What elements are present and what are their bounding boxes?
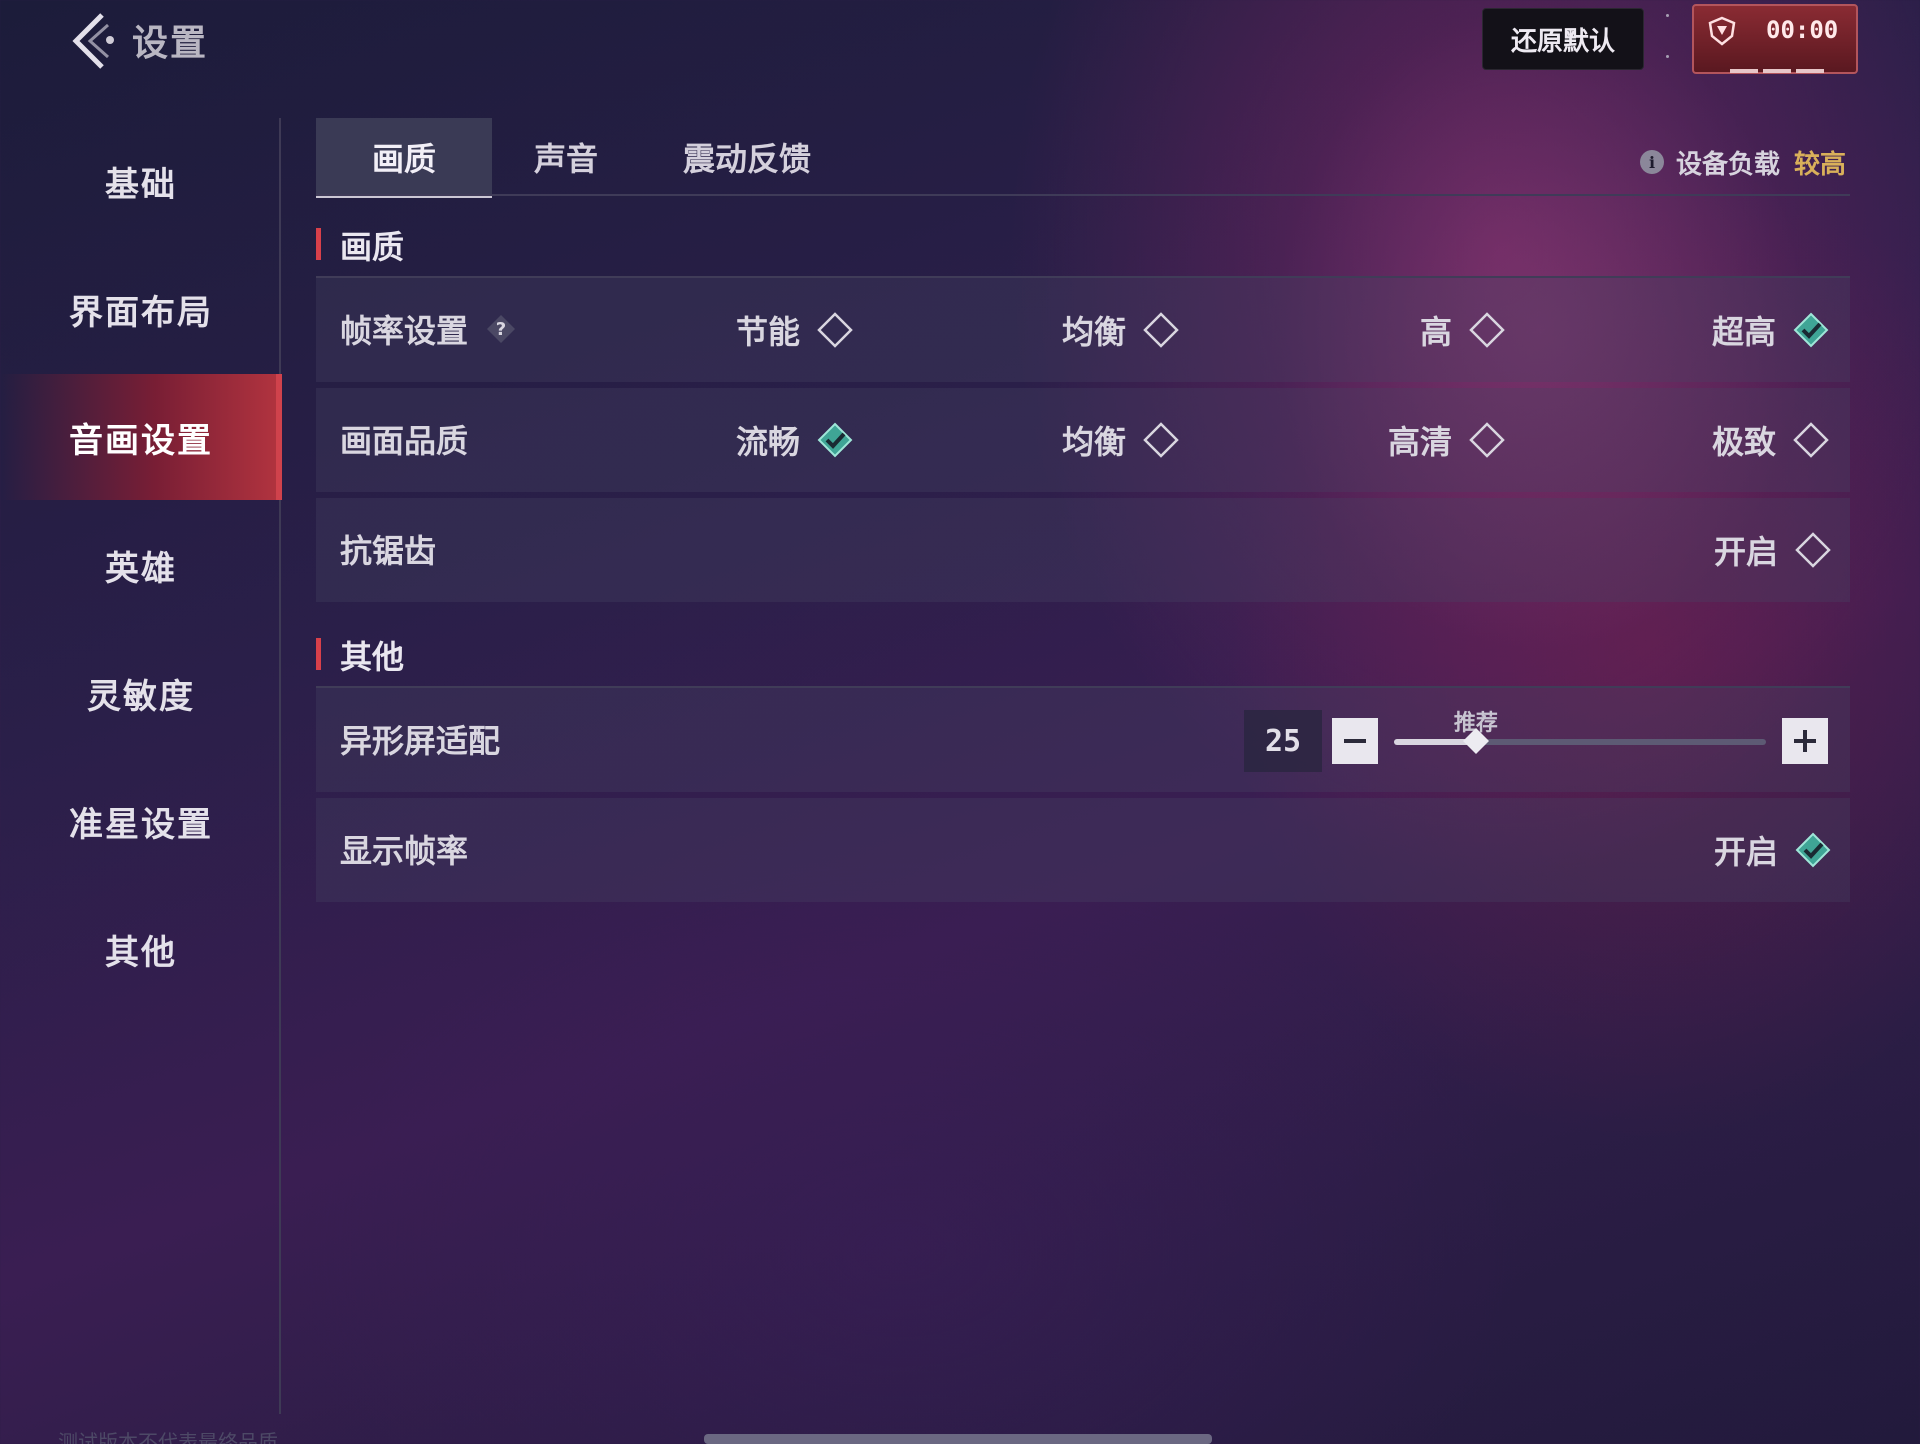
svg-text:?: ? bbox=[496, 319, 506, 340]
option-extreme[interactable]: 极致 bbox=[1712, 412, 1830, 468]
sidebar-item-label: 英雄 bbox=[105, 548, 177, 589]
tab-sound[interactable]: 声音 bbox=[492, 118, 640, 196]
sidebar-item-label: 界面布局 bbox=[69, 292, 213, 333]
minus-icon bbox=[1344, 739, 1366, 743]
tabs-underline bbox=[316, 194, 1850, 196]
option-label: 流畅 bbox=[736, 423, 801, 461]
setting-row-frame-rate: 帧率设置 ? 节能 均衡 高 超高 bbox=[316, 278, 1850, 382]
option-label: 超高 bbox=[1712, 313, 1777, 351]
sidebar-item-label: 准星设置 bbox=[69, 804, 213, 845]
diamond-radio-icon bbox=[1793, 422, 1829, 458]
slider-thumb-diamond[interactable] bbox=[1462, 727, 1490, 755]
build-note: 测试版本不代表最终品质 bbox=[58, 1430, 278, 1444]
diamond-checked-icon bbox=[1793, 312, 1829, 348]
section-title: 其他 bbox=[340, 638, 405, 676]
increase-button[interactable] bbox=[1782, 718, 1828, 764]
option-label: 开启 bbox=[1714, 833, 1779, 871]
decrease-button[interactable] bbox=[1332, 718, 1378, 764]
sidebar-item-label: 灵敏度 bbox=[87, 676, 195, 717]
option-balanced[interactable]: 均衡 bbox=[1062, 302, 1180, 358]
timer-text: 00:00 bbox=[1766, 16, 1839, 44]
option-label: 高 bbox=[1420, 313, 1453, 351]
sidebar-item-crosshair[interactable]: 准星设置 bbox=[0, 758, 282, 884]
toggle-show-fps[interactable]: 开启 bbox=[1714, 822, 1832, 878]
option-smooth[interactable]: 流畅 bbox=[736, 412, 854, 468]
tab-graphics[interactable]: 画质 bbox=[316, 118, 492, 198]
shield-icon bbox=[1708, 16, 1736, 46]
section-title: 画质 bbox=[340, 228, 405, 266]
title-separator-dot bbox=[106, 36, 114, 44]
setting-label: 画面品质 bbox=[340, 422, 469, 460]
setting-row-picture-quality: 画面品质 流畅 均衡 高清 极致 bbox=[316, 388, 1850, 492]
setting-row-notch-adapt: 异形屏适配 25 推荐 bbox=[316, 688, 1850, 792]
page-title: 设置 bbox=[132, 23, 209, 64]
sidebar-item-sensitivity[interactable]: 灵敏度 bbox=[0, 630, 282, 756]
help-icon[interactable]: ? bbox=[486, 314, 516, 344]
setting-row-show-fps: 显示帧率 开启 bbox=[316, 798, 1850, 902]
restore-defaults-button[interactable]: 还原默认 bbox=[1482, 8, 1644, 70]
tab-vibration[interactable]: 震动反馈 bbox=[640, 118, 854, 196]
section-header-quality: 画质 bbox=[316, 218, 1850, 278]
sidebar-item-label: 音画设置 bbox=[69, 420, 213, 461]
separator-dots bbox=[1666, 14, 1670, 62]
setting-label: 抗锯齿 bbox=[340, 532, 437, 570]
tab-bar: 画质 声音 震动反馈 bbox=[316, 118, 1850, 198]
diamond-radio-icon bbox=[1143, 312, 1179, 348]
option-power-saving[interactable]: 节能 bbox=[736, 302, 854, 358]
sidebar-item-layout[interactable]: 界面布局 bbox=[0, 246, 282, 372]
diamond-radio-icon bbox=[817, 312, 853, 348]
option-label: 均衡 bbox=[1062, 423, 1127, 461]
notch-value-display: 25 bbox=[1244, 710, 1322, 772]
section-accent-bar bbox=[316, 228, 321, 260]
scroll-indicator[interactable] bbox=[704, 1434, 1212, 1444]
setting-label: 异形屏适配 bbox=[340, 722, 501, 760]
setting-label: 帧率设置 bbox=[340, 312, 469, 350]
option-high[interactable]: 高 bbox=[1420, 302, 1506, 358]
diamond-radio-icon bbox=[1795, 532, 1831, 568]
option-label: 高清 bbox=[1388, 423, 1453, 461]
top-bar: 设置 还原默认 00:00 bbox=[0, 0, 1920, 90]
toggle-anti-alias[interactable]: 开启 bbox=[1714, 522, 1832, 578]
option-label: 开启 bbox=[1714, 533, 1779, 571]
option-label: 节能 bbox=[736, 313, 801, 351]
plus-icon bbox=[1794, 730, 1816, 752]
section-accent-bar bbox=[316, 638, 321, 670]
option-hd[interactable]: 高清 bbox=[1388, 412, 1506, 468]
option-label: 极致 bbox=[1712, 423, 1777, 461]
notch-slider[interactable]: 推荐 bbox=[1394, 711, 1766, 754]
diamond-radio-icon bbox=[1469, 422, 1505, 458]
timer-progress bbox=[1730, 58, 1840, 73]
timer-widget[interactable]: 00:00 bbox=[1692, 4, 1858, 74]
option-label: 均衡 bbox=[1062, 313, 1127, 351]
sidebar-item-label: 基础 bbox=[105, 164, 177, 205]
diamond-checked-icon bbox=[1795, 832, 1831, 868]
diamond-checked-icon bbox=[817, 422, 853, 458]
diamond-radio-icon bbox=[1469, 312, 1505, 348]
diamond-radio-icon bbox=[1143, 422, 1179, 458]
sidebar-item-hero[interactable]: 英雄 bbox=[0, 502, 282, 628]
info-icon[interactable]: i bbox=[1640, 150, 1664, 174]
option-ultra[interactable]: 超高 bbox=[1712, 302, 1830, 358]
device-load-indicator: i 设备负载 较高 bbox=[1640, 142, 1846, 182]
device-load-label: 设备负载 bbox=[1676, 149, 1781, 180]
section-header-other: 其他 bbox=[316, 628, 1850, 688]
setting-row-anti-alias: 抗锯齿 开启 bbox=[316, 498, 1850, 602]
option-balanced[interactable]: 均衡 bbox=[1062, 412, 1180, 468]
setting-label: 显示帧率 bbox=[340, 832, 469, 870]
device-load-value: 较高 bbox=[1794, 149, 1847, 180]
sidebar-item-audio-video[interactable]: 音画设置 bbox=[0, 374, 282, 500]
sidebar-item-label: 其他 bbox=[105, 932, 177, 973]
sidebar-item-basic[interactable]: 基础 bbox=[0, 118, 282, 244]
sidebar-item-other[interactable]: 其他 bbox=[0, 886, 282, 1012]
